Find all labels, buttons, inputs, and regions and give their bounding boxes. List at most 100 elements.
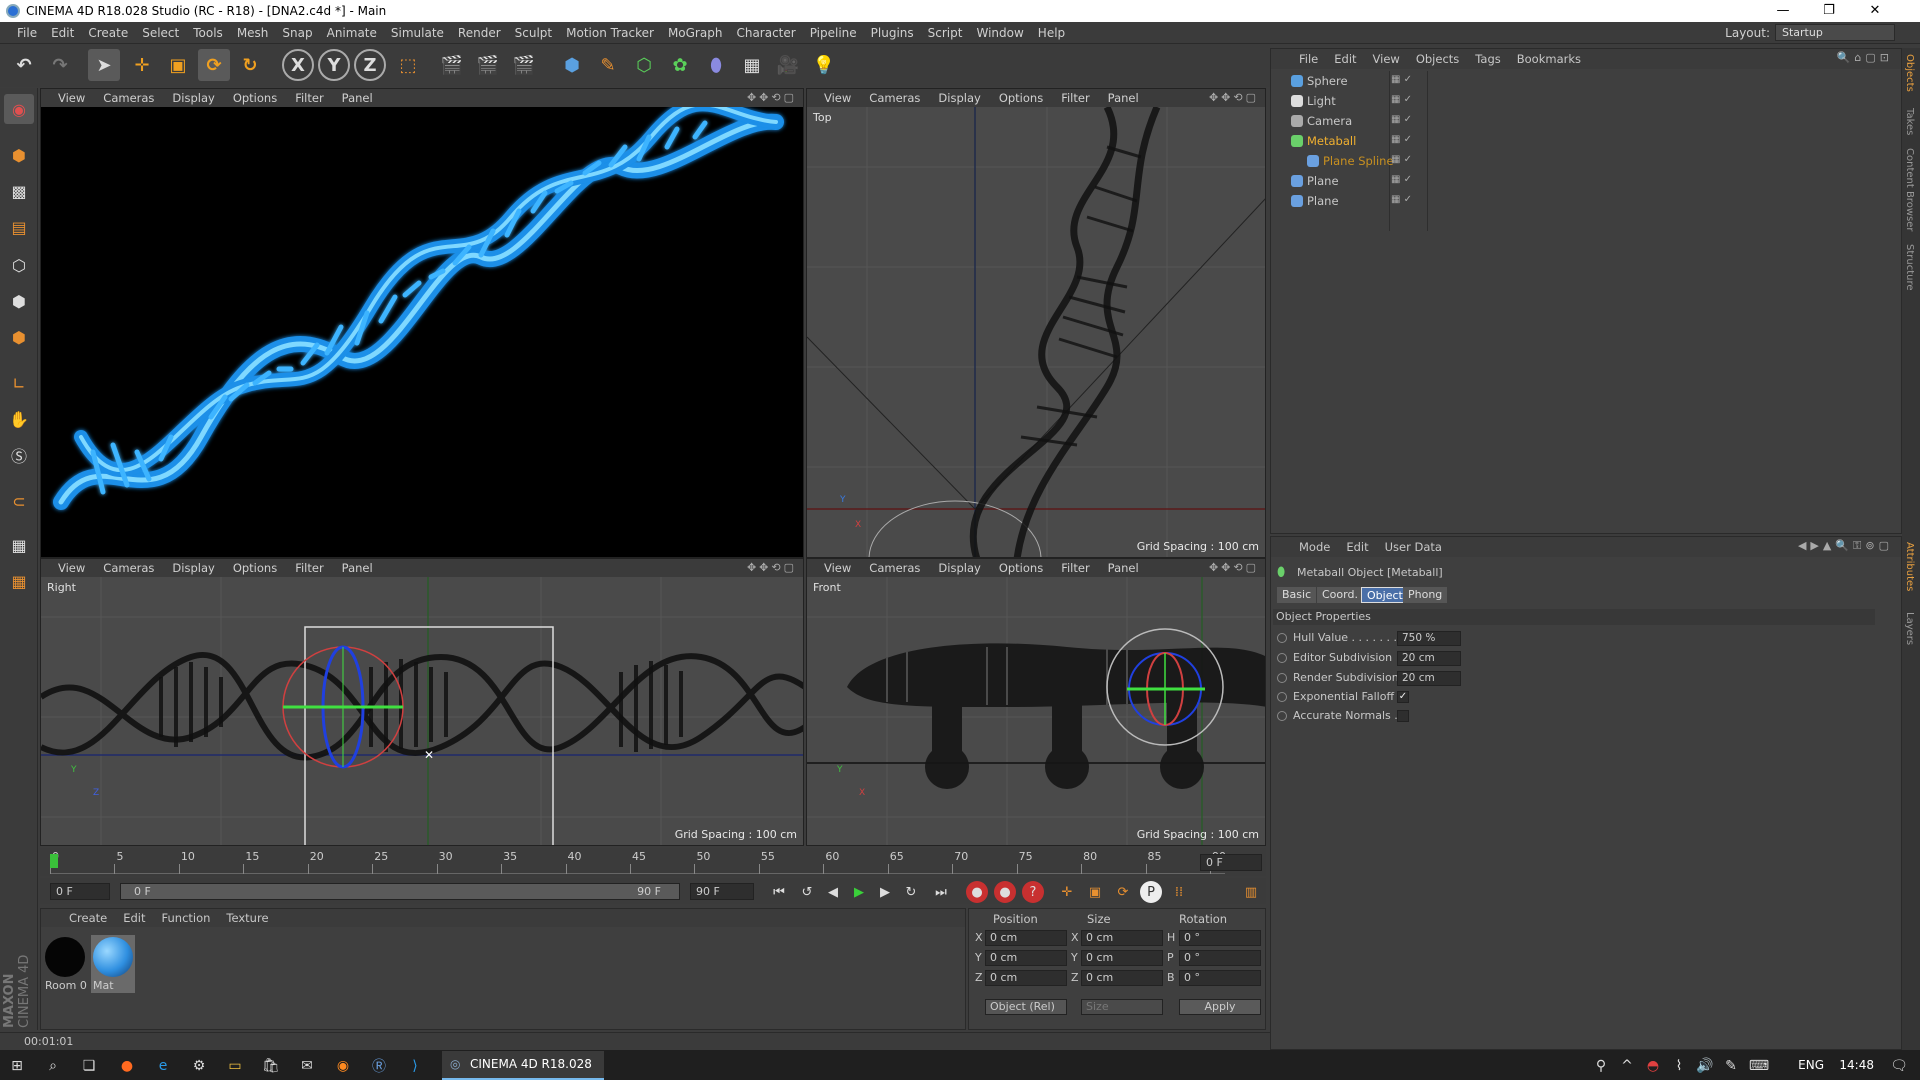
material-swatch[interactable]: Mat [91, 935, 135, 993]
obj-menu-tags[interactable]: Tags [1467, 52, 1508, 66]
object-manager-tool-icons[interactable]: 🔍⌂▢⊡ [1837, 51, 1893, 64]
render-subdivision-field[interactable]: 20 cm [1397, 671, 1461, 686]
texture-mode-icon[interactable]: ▩ [4, 176, 34, 206]
vp-menu-cameras[interactable]: Cameras [94, 561, 163, 575]
locked-workplane-icon[interactable]: ▦ [4, 566, 34, 596]
menu-tools[interactable]: Tools [186, 26, 230, 40]
x-axis-lock-icon[interactable]: X [282, 49, 314, 81]
perspective-render[interactable] [41, 97, 803, 557]
coordinate-system-icon[interactable]: ⬚ [392, 49, 424, 81]
windows-start-icon[interactable]: ⊞ [6, 1055, 28, 1077]
menu-mesh[interactable]: Mesh [230, 26, 276, 40]
rotation-p-field[interactable]: 0 ° [1179, 950, 1261, 966]
vp-menu-filter[interactable]: Filter [286, 561, 332, 575]
undo-icon[interactable]: ↶ [8, 49, 40, 81]
menu-help[interactable]: Help [1031, 26, 1072, 40]
vp-menu-view[interactable]: View [815, 91, 860, 105]
live-selection-icon[interactable]: ↻ [234, 49, 266, 81]
previous-key-icon[interactable]: ↺ [796, 881, 818, 903]
edge-icon[interactable]: e [152, 1055, 174, 1077]
frame-range-slider[interactable]: 0 F 90 F [120, 883, 680, 900]
app-r-icon[interactable]: Ⓡ [368, 1055, 390, 1077]
play-icon[interactable]: ▶ [848, 881, 870, 903]
vp-menu-display[interactable]: Display [163, 561, 223, 575]
menu-window[interactable]: Window [969, 26, 1030, 40]
menu-mograph[interactable]: MoGraph [661, 26, 730, 40]
size-z-field[interactable]: 0 cm [1081, 970, 1163, 986]
go-to-end-icon[interactable]: ⏭ [930, 881, 952, 903]
light-icon[interactable]: 💡 [808, 49, 840, 81]
record-parameter-icon[interactable]: P [1140, 881, 1162, 903]
subdivision-surface-icon[interactable]: ⬡ [628, 49, 660, 81]
right-view-canvas[interactable]: ✕ Y Z [41, 577, 803, 845]
visibility-toggle-icon[interactable]: ▦ ✓ [1391, 194, 1412, 205]
attr-menu-edit[interactable]: Edit [1338, 540, 1376, 554]
object-row[interactable]: Light ▦ ✓ [1271, 91, 1901, 111]
timeline-window-icon[interactable]: ▥ [1240, 881, 1262, 903]
deformer-icon[interactable]: ⬮ [700, 49, 732, 81]
vp-menu-filter[interactable]: Filter [1052, 561, 1098, 575]
visibility-toggle-icon[interactable]: ▦ ✓ [1391, 174, 1412, 185]
vp-menu-panel[interactable]: Panel [1099, 561, 1148, 575]
menu-file[interactable]: File [10, 26, 44, 40]
menu-script[interactable]: Script [921, 26, 970, 40]
vp-menu-options[interactable]: Options [224, 91, 286, 105]
menu-pipeline[interactable]: Pipeline [803, 26, 864, 40]
size-x-field[interactable]: 0 cm [1081, 930, 1163, 946]
vp-menu-view[interactable]: View [49, 561, 94, 575]
coordinate-mode-dropdown[interactable]: Object (Rel) [985, 999, 1067, 1015]
scale-tool-icon[interactable]: ▣ [162, 49, 194, 81]
z-axis-lock-icon[interactable]: Z [354, 49, 386, 81]
viewport-top[interactable]: View Cameras Display Options Filter Pane… [806, 88, 1266, 558]
render-settings-icon[interactable]: 🎬 [508, 49, 540, 81]
vp-menu-panel[interactable]: Panel [333, 91, 382, 105]
tray-overflow-icon[interactable]: ^ [1616, 1055, 1638, 1077]
size-y-field[interactable]: 0 cm [1081, 950, 1163, 966]
vp-menu-options[interactable]: Options [990, 91, 1052, 105]
menu-simulate[interactable]: Simulate [384, 26, 451, 40]
tweak-mode-icon[interactable]: ✋ [4, 404, 34, 434]
file-explorer-icon[interactable]: ▭ [224, 1055, 246, 1077]
obj-menu-file[interactable]: File [1291, 52, 1326, 66]
vp-menu-options[interactable]: Options [990, 561, 1052, 575]
points-mode-icon[interactable]: ⬡ [4, 250, 34, 280]
edges-mode-icon[interactable]: ⬢ [4, 286, 34, 316]
animate-dot-icon[interactable] [1277, 653, 1287, 663]
vscode-icon[interactable]: ⟩ [404, 1055, 426, 1077]
visibility-toggle-icon[interactable]: ▦ ✓ [1391, 154, 1412, 165]
visibility-toggle-icon[interactable]: ▦ ✓ [1391, 94, 1412, 105]
snap-icon[interactable]: Ⓢ [4, 440, 34, 470]
browser-app-icon[interactable]: ● [116, 1055, 138, 1077]
accurate-normals-checkbox[interactable] [1397, 710, 1409, 722]
magnet-icon[interactable]: ⊂ [4, 486, 34, 516]
start-frame-field[interactable]: 0 F [50, 883, 110, 900]
settings-gear-icon[interactable]: ⚙ [188, 1055, 210, 1077]
tab-object[interactable]: Object [1361, 587, 1409, 603]
menu-animate[interactable]: Animate [320, 26, 384, 40]
vp-menu-panel[interactable]: Panel [1099, 91, 1148, 105]
tab-phong[interactable]: Phong [1403, 587, 1448, 603]
tab-content-browser[interactable]: Content Browser [1904, 148, 1915, 231]
obj-menu-objects[interactable]: Objects [1408, 52, 1467, 66]
camera-icon[interactable]: 🎥 [772, 49, 804, 81]
tab-attributes[interactable]: Attributes [1904, 542, 1915, 591]
exponential-falloff-checkbox[interactable]: ✓ [1397, 691, 1409, 703]
visibility-toggle-icon[interactable]: ▦ ✓ [1391, 74, 1412, 85]
position-y-field[interactable]: 0 cm [985, 950, 1067, 966]
menu-plugins[interactable]: Plugins [864, 26, 921, 40]
rotate-tool-icon[interactable]: ⟳ [198, 49, 230, 81]
timeline-track[interactable]: 051015202530354045505560657075808590 [50, 850, 1226, 874]
material-swatch[interactable]: Room 0 [43, 935, 87, 993]
next-key-icon[interactable]: ↻ [900, 881, 922, 903]
cube-object-icon[interactable]: ⬢ [556, 49, 588, 81]
floor-scene-icon[interactable]: ▦ [736, 49, 768, 81]
render-view-icon[interactable]: 🎬 [436, 49, 468, 81]
pen-icon[interactable]: ✎ [1720, 1055, 1742, 1077]
playhead-marker[interactable] [50, 854, 58, 868]
minimize-button[interactable]: — [1760, 0, 1806, 22]
store-icon[interactable]: 🛍 [260, 1055, 282, 1077]
vp-menu-cameras[interactable]: Cameras [860, 91, 929, 105]
menu-sculpt[interactable]: Sculpt [508, 26, 559, 40]
vp-menu-view[interactable]: View [49, 91, 94, 105]
editor-subdivision-field[interactable]: 20 cm [1397, 651, 1461, 666]
